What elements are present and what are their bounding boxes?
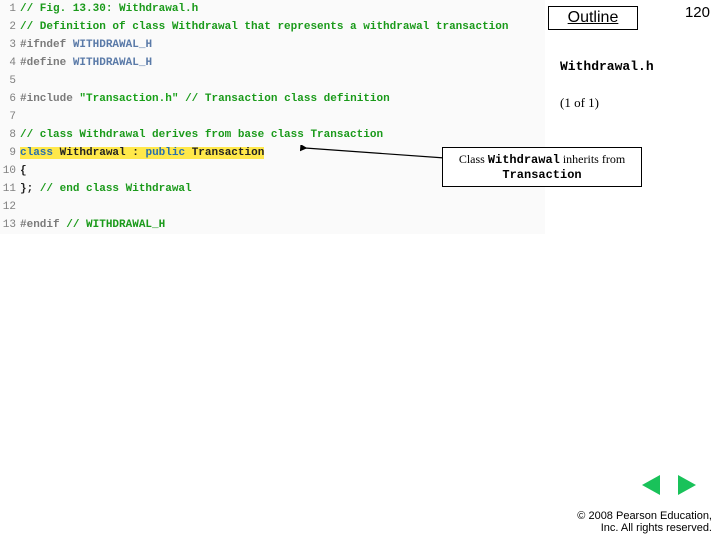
code-text: #endif // WITHDRAWAL_H xyxy=(20,216,165,234)
line-number: 13 xyxy=(0,216,20,234)
callout-arrow xyxy=(300,145,450,170)
line-number: 7 xyxy=(0,108,20,126)
next-button[interactable] xyxy=(674,474,700,496)
code-text: class Withdrawal : public Transaction xyxy=(20,144,264,162)
code-line: 13#endif // WITHDRAWAL_H xyxy=(0,216,545,234)
line-number: 12 xyxy=(0,198,20,216)
triangle-left-icon xyxy=(642,475,660,495)
callout-classname-1: Withdrawal xyxy=(488,153,560,167)
callout-text-prefix: Class xyxy=(459,152,488,166)
code-text: { xyxy=(20,162,27,180)
code-line: 4#define WITHDRAWAL_H xyxy=(0,54,545,72)
code-line: 6#include "Transaction.h" // Transaction… xyxy=(0,90,545,108)
page-number: 120 xyxy=(685,4,710,21)
line-number: 3 xyxy=(0,36,20,54)
callout-box: Class Withdrawal inherits from Transacti… xyxy=(442,147,642,187)
code-pane: 1// Fig. 13.30: Withdrawal.h2// Definiti… xyxy=(0,0,545,234)
line-number: 11 xyxy=(0,180,20,198)
callout-text-mid: inherits from xyxy=(560,152,625,166)
code-line: 7 xyxy=(0,108,545,126)
code-line: 2// Definition of class Withdrawal that … xyxy=(0,18,545,36)
line-number: 10 xyxy=(0,162,20,180)
code-line: 3#ifndef WITHDRAWAL_H xyxy=(0,36,545,54)
line-number: 2 xyxy=(0,18,20,36)
code-line: 1// Fig. 13.30: Withdrawal.h xyxy=(0,0,545,18)
code-text: // class Withdrawal derives from base cl… xyxy=(20,126,383,144)
line-number: 6 xyxy=(0,90,20,108)
triangle-right-icon xyxy=(678,475,696,495)
copyright-line-2: Inc. All rights reserved. xyxy=(577,522,712,534)
callout-classname-2: Transaction xyxy=(502,168,581,182)
line-number: 5 xyxy=(0,72,20,90)
line-number: 1 xyxy=(0,0,20,18)
line-number: 8 xyxy=(0,126,20,144)
page-of-label: (1 of 1) xyxy=(560,95,599,111)
code-text: }; // end class Withdrawal xyxy=(20,180,192,198)
code-text: #include "Transaction.h" // Transaction … xyxy=(20,90,390,108)
outline-heading: Outline xyxy=(548,6,638,30)
copyright-notice: © 2008 Pearson Education, Inc. All right… xyxy=(577,510,712,534)
code-text: #ifndef WITHDRAWAL_H xyxy=(20,36,152,54)
code-text: // Definition of class Withdrawal that r… xyxy=(20,18,508,36)
line-number: 9 xyxy=(0,144,20,162)
code-line: 12 xyxy=(0,198,545,216)
nav-controls xyxy=(638,474,700,496)
copyright-line-1: © 2008 Pearson Education, xyxy=(577,510,712,522)
code-line: 8// class Withdrawal derives from base c… xyxy=(0,126,545,144)
code-text: // Fig. 13.30: Withdrawal.h xyxy=(20,0,198,18)
code-line: 5 xyxy=(0,72,545,90)
code-text: #define WITHDRAWAL_H xyxy=(20,54,152,72)
file-name-label: Withdrawal.h xyxy=(560,59,654,74)
line-number: 4 xyxy=(0,54,20,72)
prev-button[interactable] xyxy=(638,474,664,496)
